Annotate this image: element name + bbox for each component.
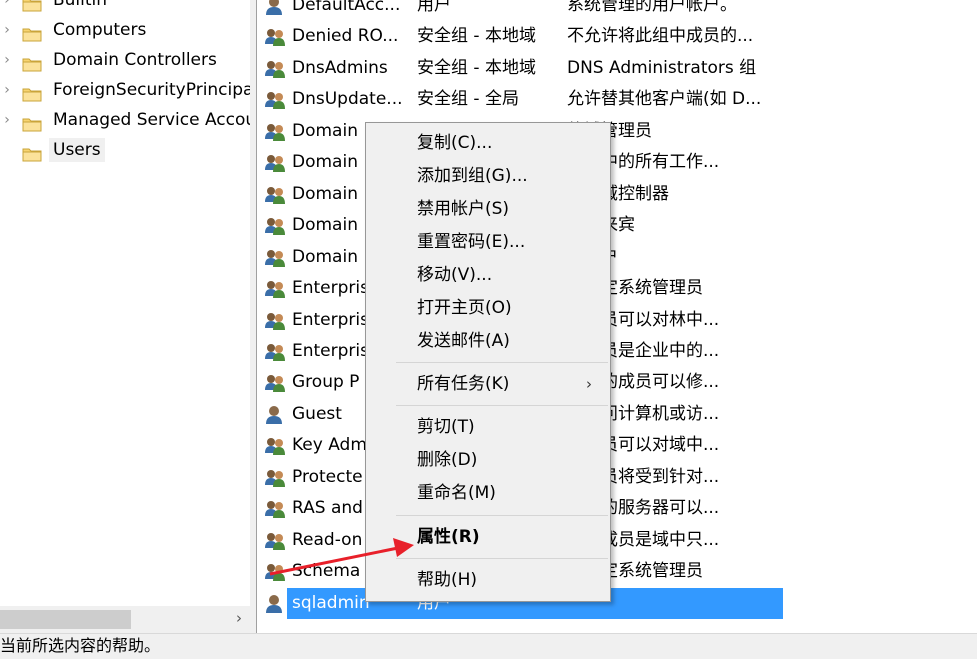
- menu-item[interactable]: 打开主页(O): [417, 293, 607, 323]
- item-type: 安全组 - 全局: [417, 89, 519, 110]
- list-item[interactable]: DefaultAcc... 用户 系统管理的用户帐户。: [257, 0, 977, 21]
- menu-item[interactable]: 复制(C)...: [417, 128, 607, 158]
- group-icon: [264, 311, 286, 331]
- context-menu: 复制(C)... 添加到组(G)... 禁用帐户(S) 重置密码(E)... 移动(V)…: [365, 122, 611, 602]
- menu-item-label: 帮助(H): [417, 570, 478, 590]
- item-type: 安全组 - 本地域: [417, 26, 536, 47]
- group-icon: [264, 468, 286, 488]
- group-icon: [264, 436, 286, 456]
- tree-item-label: Builtin: [53, 0, 108, 10]
- group-icon: [264, 279, 286, 299]
- user-icon: [264, 594, 286, 614]
- group-icon: [264, 342, 286, 362]
- menu-separator: [396, 558, 608, 559]
- user-icon: [264, 0, 286, 16]
- group-icon: [264, 153, 286, 173]
- group-icon: [264, 59, 286, 79]
- tree-item-label: Domain Controllers: [53, 50, 217, 70]
- group-icon: [264, 90, 286, 110]
- menu-item[interactable]: 重命名(M): [417, 478, 607, 508]
- group-icon: [264, 27, 286, 47]
- user-icon: [264, 405, 286, 425]
- item-name: DefaultAcc...: [292, 0, 401, 15]
- menu-item-label: 移动(V)...: [417, 265, 493, 285]
- item-description: 允许替其他客户端(如 D...: [567, 89, 762, 110]
- tree-item-label: Computers: [53, 20, 147, 40]
- chevron-right-icon[interactable]: ›: [0, 0, 14, 15]
- scroll-right-icon[interactable]: ›: [236, 609, 242, 627]
- group-icon: [264, 122, 286, 142]
- menu-separator: [396, 362, 608, 363]
- group-icon: [264, 248, 286, 268]
- group-icon: [264, 531, 286, 551]
- menu-item-label: 剪切(T): [417, 417, 475, 437]
- menu-item-label: 重命名(M): [417, 483, 496, 503]
- chevron-right-icon[interactable]: ›: [0, 75, 14, 105]
- folder-icon: [22, 52, 42, 72]
- item-description: 系统管理的用户帐户。: [567, 0, 737, 15]
- console-tree[interactable]: › Builtin › Computers › Domain Controllers › Fo…: [0, 0, 250, 633]
- scrollbar-thumb[interactable]: [0, 610, 131, 629]
- menu-item[interactable]: 删除(D): [417, 445, 607, 475]
- item-name: Denied RO...: [292, 26, 399, 47]
- folder-icon: [22, 0, 42, 12]
- item-name: DnsAdmins: [292, 57, 388, 78]
- menu-item[interactable]: 剪切(T): [417, 412, 607, 442]
- menu-item[interactable]: 所有任务(K): [417, 369, 607, 399]
- menu-item-label: 重置密码(E)...: [417, 232, 526, 252]
- chevron-right-icon[interactable]: ›: [0, 105, 14, 135]
- chevron-right-icon[interactable]: ›: [0, 45, 14, 75]
- menu-item[interactable]: 发送邮件(A): [417, 326, 607, 356]
- menu-item-label: 发送邮件(A): [417, 331, 510, 351]
- list-item[interactable]: Denied RO... 安全组 - 本地域 不允许将此组中成员的...: [257, 21, 977, 52]
- item-description: 不允许将此组中成员的...: [567, 26, 754, 47]
- list-item[interactable]: DnsUpdate... 安全组 - 全局 允许替其他客户端(如 D...: [257, 84, 977, 115]
- menu-item[interactable]: 禁用帐户(S): [417, 194, 607, 224]
- submenu-arrow-icon: ›: [586, 375, 592, 393]
- group-icon: [264, 373, 286, 393]
- menu-item-label: 删除(D): [417, 450, 478, 470]
- menu-item[interactable]: 帮助(H): [417, 565, 607, 595]
- group-icon: [264, 499, 286, 519]
- tree-item-label: Users: [49, 138, 105, 162]
- list-item[interactable]: DnsAdmins 安全组 - 本地域 DNS Administrators 组: [257, 53, 977, 84]
- menu-item[interactable]: 添加到组(G)...: [417, 161, 607, 191]
- tree-item-label: ForeignSecurityPrincipals: [53, 80, 250, 100]
- menu-item[interactable]: 移动(V)...: [417, 260, 607, 290]
- menu-item-label: 属性(R): [417, 527, 480, 547]
- chevron-right-icon[interactable]: ›: [0, 15, 14, 45]
- group-icon: [264, 185, 286, 205]
- item-type: 安全组 - 本地域: [417, 57, 536, 78]
- tree-horizontal-scrollbar[interactable]: ›: [0, 606, 250, 633]
- status-bar: 当前所选内容的帮助。: [0, 633, 977, 659]
- menu-separator: [396, 405, 608, 406]
- tree-item-label: Managed Service Accounts: [53, 110, 250, 130]
- menu-item[interactable]: 重置密码(E)...: [417, 227, 607, 257]
- item-type: 用户: [417, 0, 451, 15]
- group-icon: [264, 216, 286, 236]
- item-description: DNS Administrators 组: [567, 57, 757, 78]
- status-text: 当前所选内容的帮助。: [0, 636, 161, 655]
- menu-item-label: 禁用帐户(S): [417, 199, 510, 219]
- folder-icon: [22, 142, 42, 162]
- menu-separator: [396, 515, 608, 516]
- group-icon: [264, 562, 286, 582]
- menu-item-label: 添加到组(G)...: [417, 166, 528, 186]
- menu-item-label: 所有任务(K): [417, 374, 510, 394]
- menu-item[interactable]: 属性(R): [417, 522, 607, 552]
- folder-icon: [22, 82, 42, 102]
- menu-item-label: 复制(C)...: [417, 133, 493, 153]
- folder-icon: [22, 112, 42, 132]
- menu-item-label: 打开主页(O): [417, 298, 512, 318]
- item-name: DnsUpdate...: [292, 89, 403, 110]
- folder-icon: [22, 22, 42, 42]
